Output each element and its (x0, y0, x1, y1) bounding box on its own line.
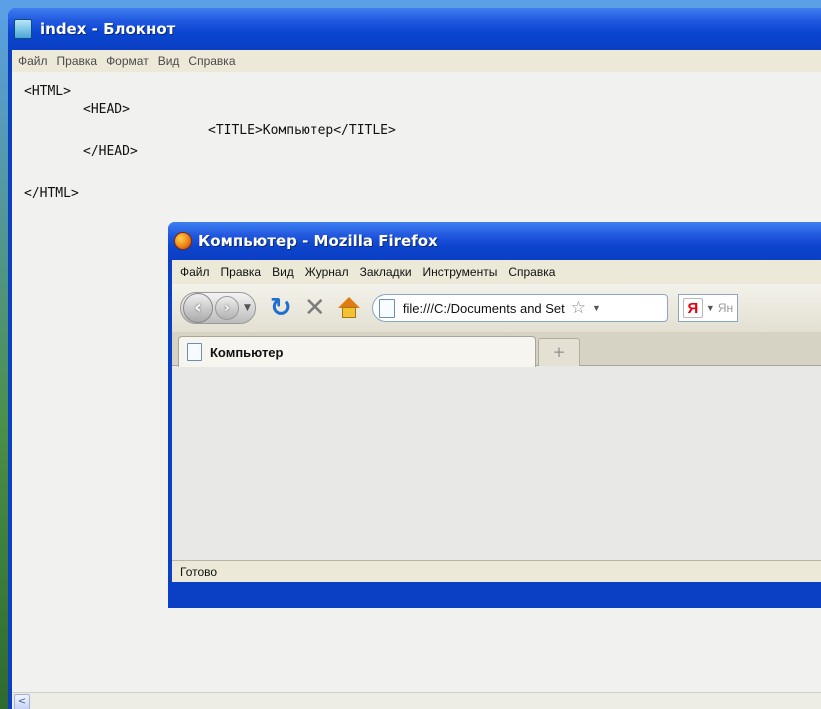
firefox-navigation-toolbar: ‹ › ▼ ↻ ✕ file:///C:/Documents and Set ☆… (172, 284, 821, 332)
notepad-app-icon (14, 19, 32, 39)
firefox-menubar: Файл Правка Вид Журнал Закладки Инструме… (172, 260, 821, 284)
notepad-title: index - Блокнот (40, 20, 176, 38)
url-dropdown-icon[interactable]: ▼ (592, 303, 601, 313)
ff-menu-tools[interactable]: Инструменты (423, 265, 498, 279)
firefox-tab-strip: Компьютер + (172, 332, 821, 367)
ff-menu-bookmarks[interactable]: Закладки (360, 265, 412, 279)
search-engine-dropdown-icon[interactable]: ▼ (706, 303, 715, 313)
bookmark-star-icon[interactable]: ☆ (571, 298, 586, 318)
ff-menu-edit[interactable]: Правка (221, 265, 262, 279)
tab-page-icon (187, 343, 202, 361)
history-dropdown-icon[interactable]: ▼ (244, 303, 251, 313)
stop-icon[interactable]: ✕ (304, 293, 326, 323)
ff-menu-view[interactable]: Вид (272, 265, 294, 279)
notepad-horizontal-scrollbar[interactable]: < (12, 692, 821, 709)
tab-computer[interactable]: Компьютер (178, 336, 536, 367)
search-box[interactable]: Я ▼ Ян (677, 294, 738, 322)
code-line-head-open: <HEAD> (83, 102, 130, 117)
forward-arrow-icon[interactable]: › (215, 296, 239, 320)
url-bar[interactable]: file:///C:/Documents and Set ☆ ▼ (371, 294, 668, 322)
notepad-menubar: Файл Правка Формат Вид Справка (12, 50, 821, 72)
scroll-left-arrow-icon[interactable]: < (14, 694, 30, 709)
notepad-menu-file[interactable]: Файл (18, 54, 48, 68)
code-line-html-open: <HTML> (24, 84, 71, 99)
code-line-html-close: </HTML> (24, 186, 79, 201)
back-arrow-icon[interactable]: ‹ (183, 293, 213, 323)
status-text: Готово (180, 564, 218, 579)
yandex-icon[interactable]: Я (682, 298, 703, 318)
firefox-title: Компьютер - Mozilla Firefox (198, 232, 438, 250)
code-line-head-close: </HEAD> (83, 144, 138, 159)
notepad-menu-format[interactable]: Формат (106, 54, 149, 68)
search-placeholder: Ян (717, 301, 734, 315)
notepad-menu-edit[interactable]: Правка (57, 54, 98, 68)
ff-menu-history[interactable]: Журнал (305, 265, 349, 279)
page-icon (378, 298, 395, 318)
firefox-titlebar[interactable]: Компьютер - Mozilla Firefox (168, 222, 821, 260)
notepad-titlebar[interactable]: index - Блокнот (8, 8, 821, 50)
firefox-page-content[interactable] (172, 366, 821, 560)
firefox-window: Компьютер - Mozilla Firefox Файл Правка … (168, 222, 821, 608)
code-line-title: <TITLE>Компьютер</TITLE> (208, 123, 396, 138)
url-text: file:///C:/Documents and Set (402, 300, 565, 316)
firefox-logo-icon (174, 232, 192, 250)
reload-icon[interactable]: ↻ (270, 293, 292, 323)
notepad-menu-view[interactable]: Вид (158, 54, 180, 68)
ff-menu-help[interactable]: Справка (508, 265, 555, 279)
tab-label: Компьютер (210, 344, 284, 360)
firefox-statusbar: Готово (172, 560, 821, 582)
back-forward-group: ‹ › ▼ (180, 292, 256, 324)
home-icon[interactable] (337, 297, 360, 319)
new-tab-button[interactable]: + (538, 338, 580, 366)
ff-menu-file[interactable]: Файл (180, 265, 210, 279)
notepad-menu-help[interactable]: Справка (188, 54, 235, 68)
